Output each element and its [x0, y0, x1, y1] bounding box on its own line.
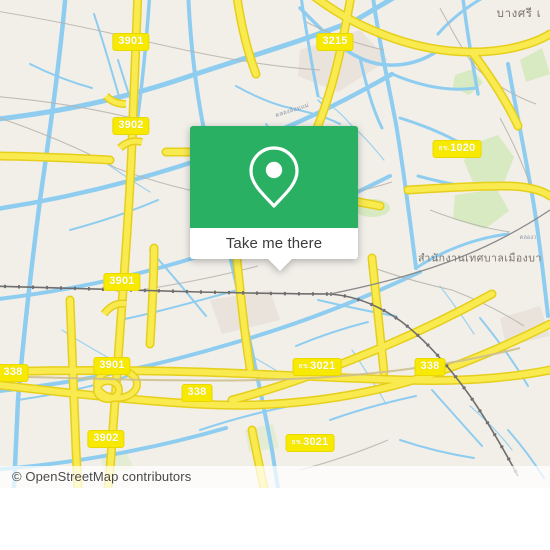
- osm-attribution: © OpenStreetMap contributors: [12, 469, 192, 484]
- take-me-there-callout[interactable]: Take me there: [190, 126, 358, 271]
- road-shield-number: 1020: [450, 142, 476, 154]
- road-shield: 338: [181, 384, 213, 402]
- road-shield-prefix: ธข.: [298, 363, 311, 370]
- road-shield: 3215: [316, 33, 354, 51]
- callout-label-area[interactable]: Take me there: [190, 228, 358, 259]
- road-shield: 338: [414, 358, 446, 376]
- road-shield: 3902: [87, 430, 125, 448]
- callout-pointer-tail: [267, 258, 293, 271]
- road-shield-prefix: ธข.: [438, 145, 451, 152]
- road-shield-number: 3215: [322, 35, 348, 47]
- place-label: บางศรี เ: [496, 6, 542, 20]
- road-shield-number: 338: [420, 360, 440, 372]
- map-pin-icon: [249, 146, 299, 208]
- callout-label: Take me there: [225, 235, 323, 252]
- road-shield-number: 3902: [93, 432, 119, 444]
- road-shield-number: 3021: [310, 360, 336, 372]
- road-shield-number: 338: [3, 366, 23, 378]
- callout-icon-area: [190, 126, 358, 228]
- road-shield: 3901: [103, 273, 141, 291]
- road-shield-prefix: ธข.: [291, 439, 304, 446]
- map-result-page: 3901 3215 3902 ธข.1020 3901 3901 338 ธข.3021 338…: [0, 0, 550, 550]
- road-shield-number: 3901: [109, 275, 135, 287]
- road-shield: 3901: [112, 33, 150, 51]
- road-shield: 3902: [112, 117, 150, 135]
- place-label: สำนักงานเทศบาลเมืองบา: [418, 252, 542, 265]
- road-shield: ธข.3021: [285, 434, 335, 452]
- place-label: คลองว: [519, 235, 537, 241]
- road-shield: 3901: [93, 357, 131, 375]
- road-shield: 338: [0, 364, 29, 382]
- road-shield: ธข.1020: [432, 140, 482, 158]
- road-shield-number: 338: [187, 386, 207, 398]
- road-shield-number: 3901: [118, 35, 144, 47]
- footer-bar: ร้านเจ๊นกทะเลเผา. ปลายบาง, ถนน ปลายบาง, …: [0, 488, 550, 550]
- road-shield-number: 3021: [303, 436, 329, 448]
- road-shield-number: 3902: [118, 119, 144, 131]
- road-shield-number: 3901: [99, 359, 125, 371]
- road-shield: ธข.3021: [292, 358, 342, 376]
